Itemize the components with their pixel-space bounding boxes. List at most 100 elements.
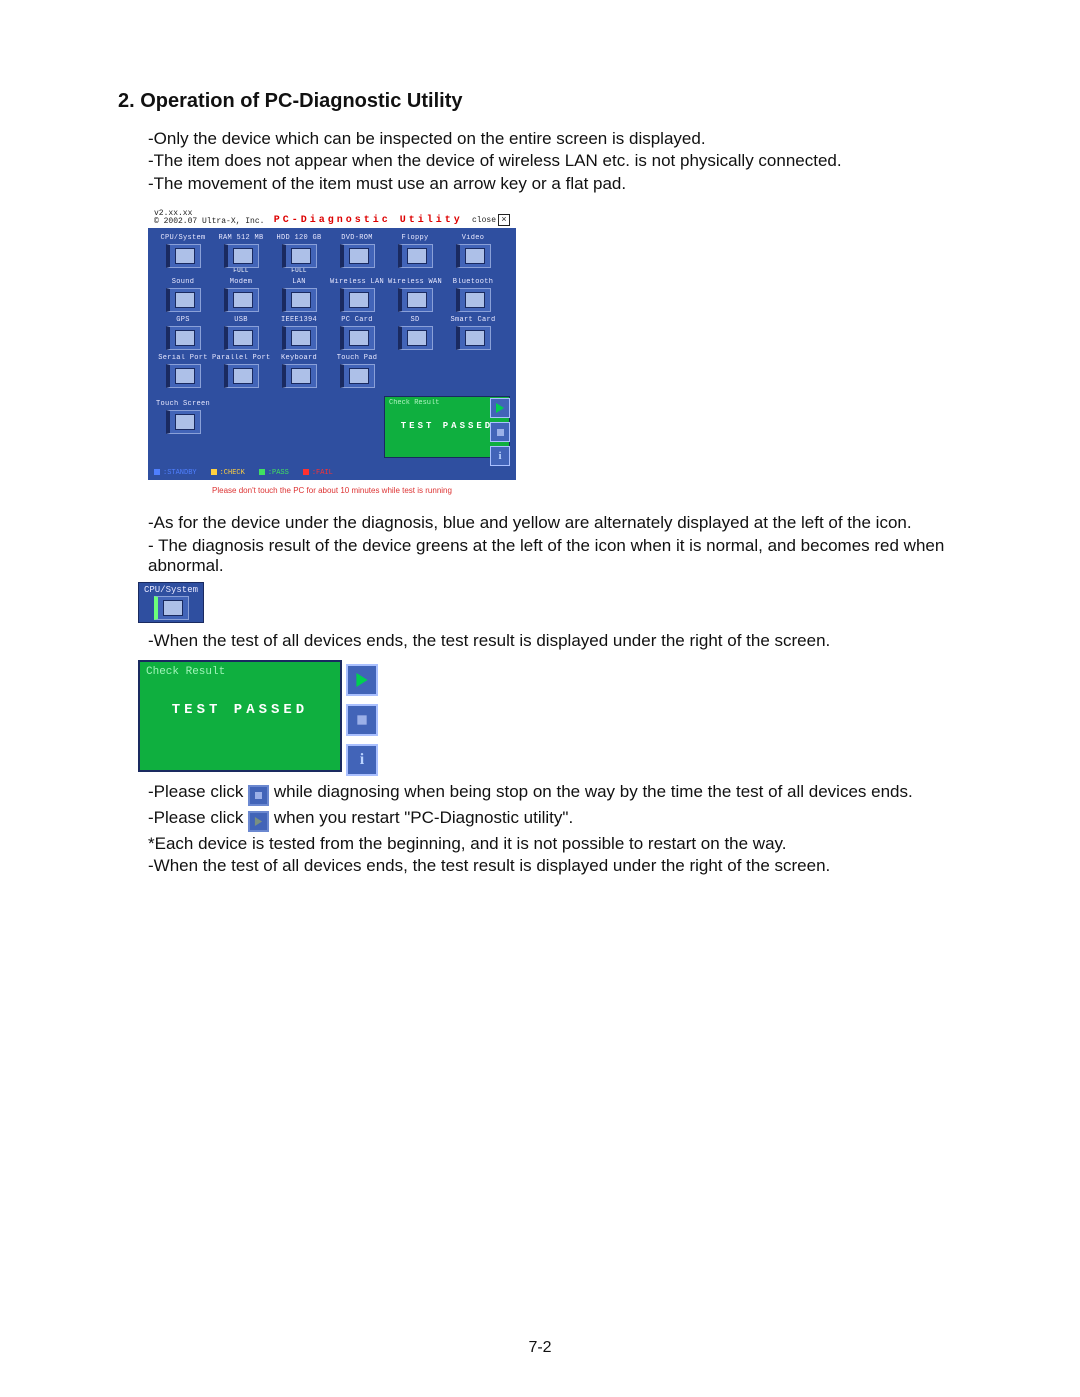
device-tile[interactable]: USB: [212, 316, 270, 350]
device-icon: [398, 288, 433, 312]
stop-icon-inline: [248, 785, 269, 806]
play-icon-inline: [248, 811, 269, 832]
device-icon: [456, 288, 491, 312]
device-tile[interactable]: HDD 120 GBFULL: [270, 234, 328, 274]
big-check-result: Check Result TEST PASSED i: [138, 660, 342, 772]
info-icon: i: [360, 751, 364, 769]
device-label: LAN: [270, 278, 328, 287]
device-label: Floppy: [386, 234, 444, 243]
device-label: CPU/System: [154, 234, 212, 243]
device-icon: [166, 364, 201, 388]
stop-button-large[interactable]: [346, 704, 378, 736]
device-icon: [224, 326, 259, 350]
device-icon: [398, 244, 433, 268]
device-icon: [456, 326, 491, 350]
device-icon: [340, 364, 375, 388]
device-icon: [340, 244, 375, 268]
play-button-large[interactable]: [346, 664, 378, 696]
device-tile[interactable]: Serial Port: [154, 354, 212, 388]
device-tile[interactable]: Wireless WAN: [386, 278, 444, 312]
legend-item: :STANDBY: [154, 469, 197, 477]
legend-item: :PASS: [259, 469, 289, 477]
device-tile[interactable]: Bluetooth: [444, 278, 502, 312]
device-tile[interactable]: PC Card: [328, 316, 386, 350]
device-label: Sound: [154, 278, 212, 287]
device-tile[interactable]: Parallel Port: [212, 354, 270, 388]
diag-warning: Please don't touch the PC for about 10 m…: [148, 486, 516, 495]
device-tile[interactable]: Floppy: [386, 234, 444, 274]
legend-item: :FAIL: [303, 469, 333, 477]
info-button[interactable]: i: [490, 446, 510, 466]
device-label: Bluetooth: [444, 278, 502, 287]
device-label: SD: [386, 316, 444, 325]
intro-text: -Only the device which can be inspected …: [148, 129, 1020, 194]
explain-3: -Please click while diagnosing when bein…: [148, 782, 1020, 877]
device-label: Smart Card: [444, 316, 502, 325]
close-button[interactable]: close ×: [472, 214, 510, 226]
diag-title: PC-Diagnostic Utility: [274, 215, 463, 226]
device-icon: [340, 326, 375, 350]
device-tile[interactable]: CPU/System: [154, 234, 212, 274]
play-button[interactable]: [490, 398, 510, 418]
stop-button[interactable]: [490, 422, 510, 442]
device-tile[interactable]: Keyboard: [270, 354, 328, 388]
explain-2: -When the test of all devices ends, the …: [148, 631, 1020, 651]
device-tile[interactable]: GPS: [154, 316, 212, 350]
device-icon: [166, 326, 201, 350]
device-label: Keyboard: [270, 354, 328, 363]
device-icon: [166, 244, 201, 268]
device-label: GPS: [154, 316, 212, 325]
device-label: Wireless WAN: [386, 278, 444, 287]
info-icon: i: [498, 450, 501, 462]
device-icon: [224, 244, 259, 268]
cpu-tile-label: CPU/System: [141, 585, 201, 595]
device-tile[interactable]: Touch Screen: [154, 400, 212, 434]
device-tile[interactable]: Modem: [212, 278, 270, 312]
device-icon: [282, 326, 317, 350]
cpu-tile: CPU/System: [138, 582, 204, 623]
info-button-large[interactable]: i: [346, 744, 378, 776]
device-label: USB: [212, 316, 270, 325]
big-check-value: TEST PASSED: [140, 702, 340, 718]
device-icon: [166, 410, 201, 434]
device-label: PC Card: [328, 316, 386, 325]
stop-icon: [356, 714, 368, 726]
device-icon: [282, 364, 317, 388]
device-tile[interactable]: LAN: [270, 278, 328, 312]
device-icon: [166, 288, 201, 312]
close-icon: ×: [498, 214, 510, 226]
device-tile[interactable]: Smart Card: [444, 316, 502, 350]
device-icon: [398, 326, 433, 350]
device-icon: [224, 364, 259, 388]
stop-icon: [496, 428, 505, 437]
device-tile[interactable]: Touch Pad: [328, 354, 386, 388]
device-label: Touch Screen: [154, 400, 212, 409]
device-tile[interactable]: IEEE1394: [270, 316, 328, 350]
legend-item: :CHECK: [211, 469, 245, 477]
big-check-label: Check Result: [140, 662, 340, 682]
explain-1: -As for the device under the diagnosis, …: [148, 513, 1020, 576]
device-icon: [282, 288, 317, 312]
device-label: Serial Port: [154, 354, 212, 363]
device-label: Video: [444, 234, 502, 243]
device-tile[interactable]: DVD-ROM: [328, 234, 386, 274]
device-sublabel: FULL: [212, 268, 270, 274]
device-label: RAM 512 MB: [212, 234, 270, 243]
device-label: DVD-ROM: [328, 234, 386, 243]
device-icon: [340, 288, 375, 312]
cpu-tile-icon: [154, 596, 189, 620]
play-icon: [495, 403, 505, 413]
device-label: Touch Pad: [328, 354, 386, 363]
device-icon: [456, 244, 491, 268]
device-tile[interactable]: Wireless LAN: [328, 278, 386, 312]
device-tile[interactable]: SD: [386, 316, 444, 350]
check-result-value: TEST PASSED: [389, 421, 505, 431]
device-label: Modem: [212, 278, 270, 287]
diagnostic-screenshot: v2.xx.xx © 2002.07 Ultra-X, Inc. PC-Diag…: [148, 208, 516, 480]
device-tile[interactable]: Sound: [154, 278, 212, 312]
device-tile[interactable]: RAM 512 MB FULL: [212, 234, 270, 274]
page-number: 7-2: [0, 1339, 1080, 1357]
device-tile[interactable]: Video: [444, 234, 502, 274]
device-icon: [224, 288, 259, 312]
play-icon: [355, 673, 369, 687]
